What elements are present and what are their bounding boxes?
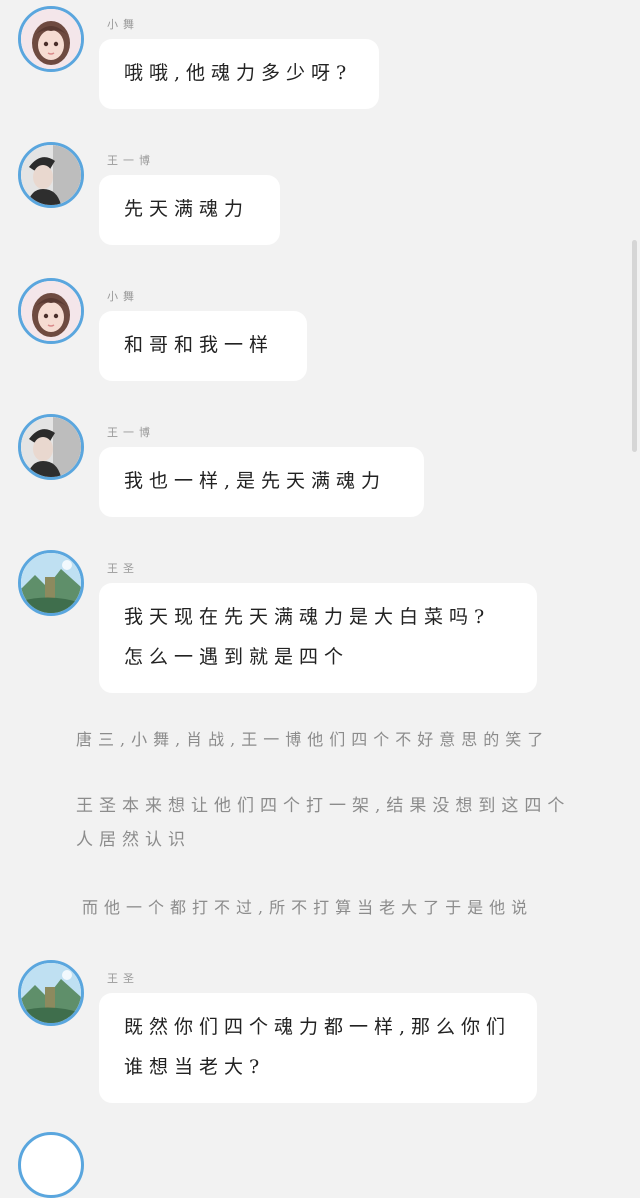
landscape-avatar-icon[interactable]: [18, 960, 84, 1026]
avatar[interactable]: [18, 1132, 84, 1198]
sender-name: 小舞: [107, 290, 139, 303]
message-bubble[interactable]: 哦哦,他魂力多少呀?: [99, 39, 379, 109]
narration-text: 王圣本来想让他们四个打一架,结果没想到这四个人居然认识: [76, 796, 571, 850]
landscape-avatar-icon[interactable]: [18, 550, 84, 616]
scrollbar[interactable]: [632, 240, 637, 452]
man-avatar-icon[interactable]: [18, 142, 84, 208]
sender-name: 王圣: [107, 562, 139, 575]
sender-name: 王圣: [107, 972, 139, 985]
message-bubble[interactable]: 先天满魂力: [99, 175, 280, 245]
girl-avatar-icon[interactable]: [18, 6, 84, 72]
message-bubble[interactable]: 既然你们四个魂力都一样,那么你们谁想当老大?: [99, 993, 537, 1103]
message-bubble[interactable]: 我也一样,是先天满魂力: [99, 447, 424, 517]
sender-name: 王一博: [107, 154, 155, 167]
narration-text: 而他一个都打不过,所不打算当老大了于是他说: [82, 898, 534, 917]
narration-text: 唐三,小舞,肖战,王一博他们四个不好意思的笑了: [76, 730, 550, 749]
sender-name: 小舞: [107, 18, 139, 31]
message-bubble[interactable]: 我天现在先天满魂力是大白菜吗?怎么一遇到就是四个: [99, 583, 537, 693]
sender-name: 王一博: [107, 426, 155, 439]
man-avatar-icon[interactable]: [18, 414, 84, 480]
message-bubble[interactable]: 和哥和我一样: [99, 311, 307, 381]
girl-avatar-icon[interactable]: [18, 278, 84, 344]
